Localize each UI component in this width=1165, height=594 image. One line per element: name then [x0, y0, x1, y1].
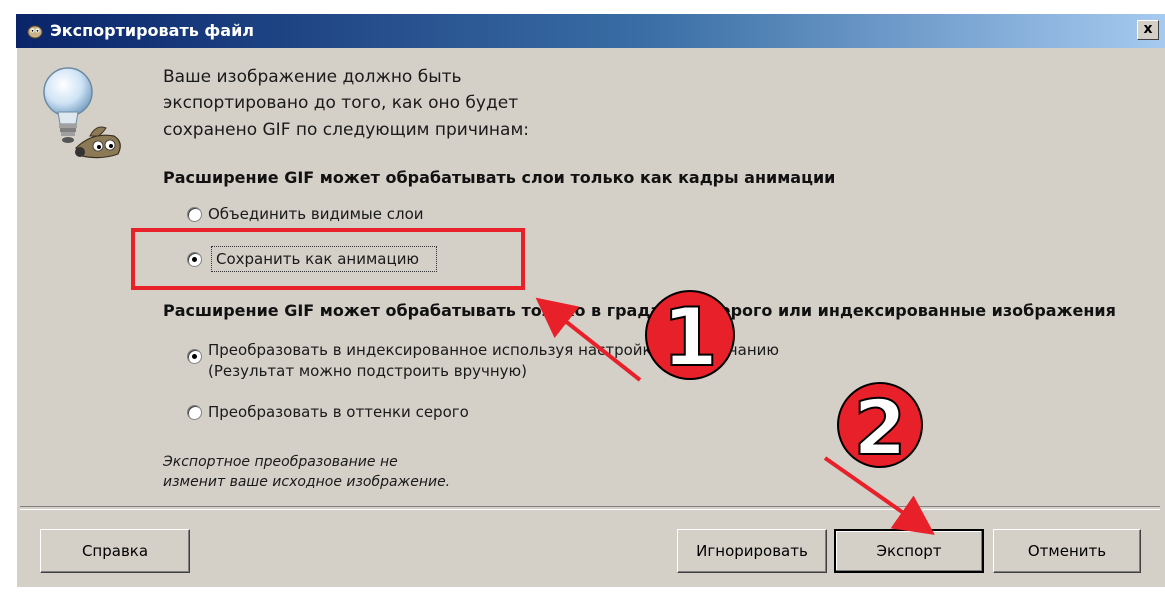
- export-note-line: Экспортное преобразование не: [163, 454, 398, 470]
- indexed-section-heading: Расширение GIF может обрабатывать только…: [163, 301, 1116, 320]
- dialog-title: Экспортировать файл: [50, 21, 254, 40]
- annotation-highlight-box: [131, 228, 525, 290]
- merge-layers-radio[interactable]: [187, 207, 202, 222]
- convert-indexed-label[interactable]: Преобразовать в индексированное использу…: [208, 341, 779, 359]
- cancel-button[interactable]: Отменить: [993, 529, 1141, 573]
- convert-indexed-radio[interactable]: [187, 349, 202, 364]
- export-note-line: изменит ваше исходное изображение.: [163, 474, 451, 490]
- export-button[interactable]: Экспорт: [834, 529, 984, 573]
- merge-layers-label[interactable]: Объединить видимые слои: [208, 205, 424, 223]
- button-separator: [20, 506, 1160, 510]
- help-button[interactable]: Справка: [40, 529, 190, 573]
- message-line: экспортировано до того, как оно будет: [163, 93, 519, 113]
- convert-indexed-sublabel: (Результат можно подстроить вручную): [208, 362, 527, 380]
- gimp-app-icon: [27, 25, 43, 39]
- gimp-wilber-lightbulb-icon: [43, 67, 121, 159]
- message-line: Ваше изображение должно быть: [163, 67, 462, 87]
- title-bar[interactable]: Экспортировать файл x: [16, 14, 1165, 48]
- message-line: сохранено GIF по следующим причинам:: [163, 120, 530, 140]
- ignore-button[interactable]: Игнорировать: [677, 529, 827, 573]
- close-button[interactable]: x: [1137, 20, 1159, 40]
- convert-grayscale-radio[interactable]: [187, 405, 202, 420]
- layers-section-heading: Расширение GIF может обрабатывать слои т…: [163, 168, 836, 187]
- convert-grayscale-label[interactable]: Преобразовать в оттенки серого: [208, 403, 469, 421]
- screenshot: Экспортировать файл x Ваше изображение д…: [0, 0, 1165, 594]
